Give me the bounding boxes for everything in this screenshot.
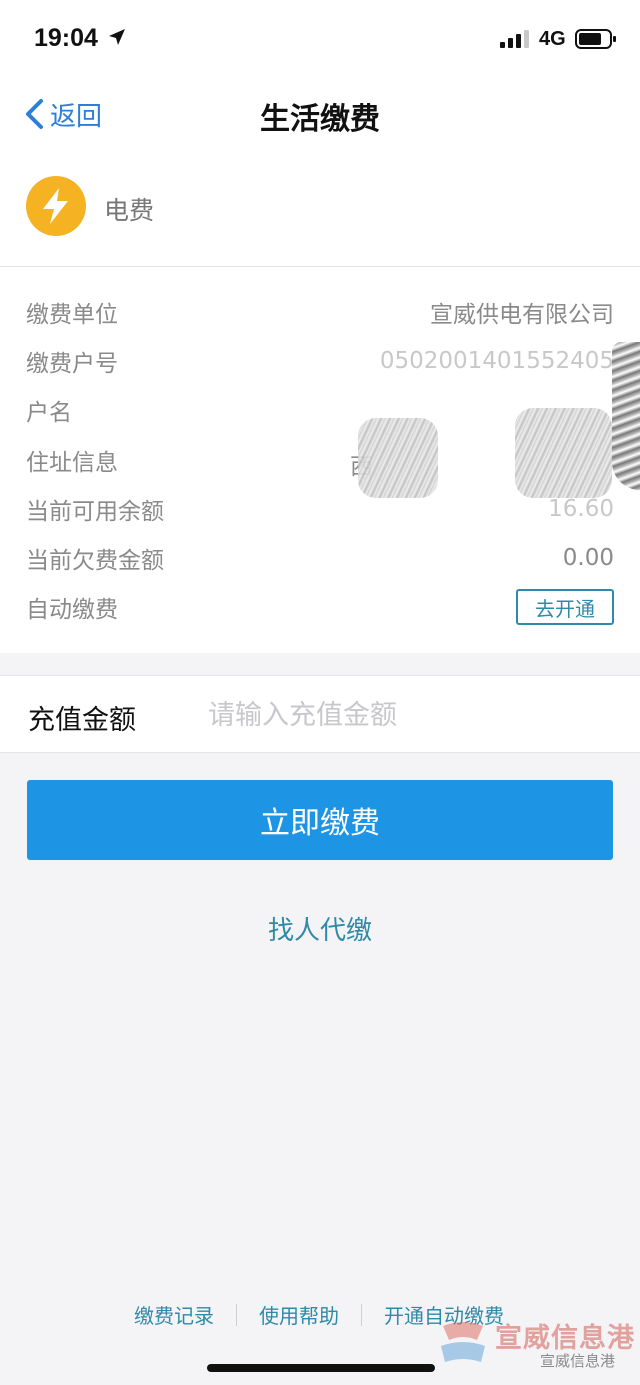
info-label: 住址信息	[26, 450, 118, 476]
info-row-balance: 当前可用余额 16.60	[26, 492, 614, 526]
info-label: 自动缴费	[26, 597, 118, 623]
redaction-mark	[358, 418, 438, 498]
info-label: 缴费户号	[26, 351, 118, 377]
status-bar: 19:04 4G	[0, 0, 640, 76]
watermark-subtitle: 宣威信息港	[540, 1352, 616, 1370]
divider	[0, 266, 640, 267]
recharge-amount-input[interactable]	[208, 690, 608, 740]
info-value: 宣威供电有限公司	[430, 302, 614, 328]
info-value: 16.60	[548, 496, 614, 522]
info-label: 当前可用余额	[26, 499, 164, 525]
enable-auto-pay-button[interactable]: 去开通	[516, 589, 614, 625]
help-link[interactable]: 使用帮助	[259, 1300, 339, 1329]
bill-type-icon	[26, 176, 86, 236]
info-row-account: 缴费户号 0502001401552405	[26, 344, 614, 378]
info-row-arrears: 当前欠费金额 0.00	[26, 541, 614, 575]
recharge-amount-label: 充值金额	[28, 705, 136, 736]
payment-history-link[interactable]: 缴费记录	[134, 1300, 214, 1329]
info-row-auto-pay: 自动缴费 去开通	[26, 589, 614, 625]
pay-now-button[interactable]: 立即缴费	[27, 780, 613, 860]
page-title: 生活缴费	[260, 102, 380, 137]
battery-icon	[575, 29, 616, 49]
background-decoration	[612, 342, 640, 490]
home-indicator	[207, 1364, 435, 1372]
info-label: 当前欠费金额	[26, 548, 164, 574]
status-time: 19:04	[34, 24, 98, 52]
info-label: 户名	[26, 400, 72, 426]
info-label: 缴费单位	[26, 302, 118, 328]
footer-separator	[361, 1304, 362, 1326]
network-label: 4G	[539, 28, 566, 50]
signal-icon	[500, 30, 529, 48]
recharge-amount-row: 充值金额	[0, 675, 640, 753]
lightning-icon	[43, 188, 68, 224]
info-value: 0.00	[562, 545, 614, 571]
watermark-logo-icon	[441, 1322, 485, 1362]
bill-info-card: 电费 缴费单位 宣威供电有限公司 缴费户号 0502001401552405 户…	[0, 150, 640, 653]
bill-type-label: 电费	[104, 196, 155, 225]
info-row-payee: 缴费单位 宣威供电有限公司	[26, 295, 614, 329]
nav-bar: 返回 生活缴费	[0, 76, 640, 150]
ask-others-to-pay-link[interactable]: 找人代缴	[0, 910, 640, 947]
location-arrow-icon	[109, 29, 125, 45]
redaction-mark	[515, 408, 612, 498]
footer-separator	[236, 1304, 237, 1326]
info-value: 0502001401552405	[379, 348, 614, 374]
